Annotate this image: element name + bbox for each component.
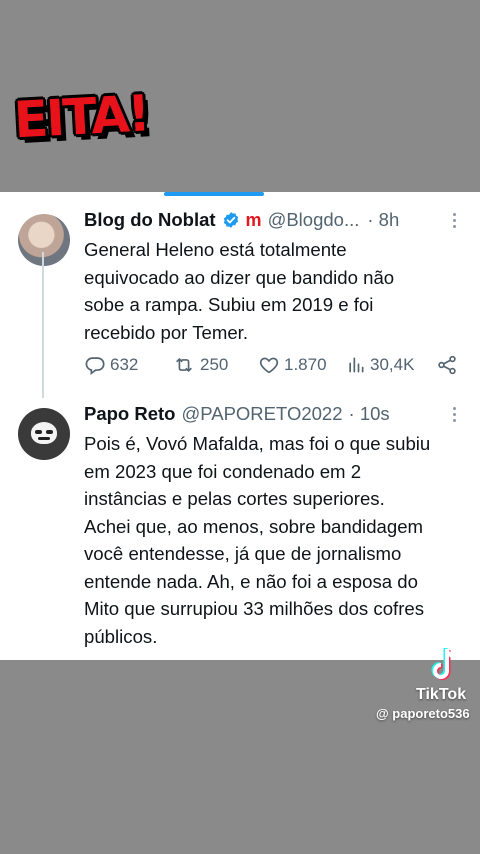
author-handle[interactable]: @Blogdo... [268, 209, 360, 231]
masked-face-avatar-icon[interactable] [18, 408, 70, 460]
tweet-line: equivocado ao dizer que bandido não [84, 266, 395, 288]
views-button[interactable]: 30,4K [346, 355, 436, 375]
tiktok-watermark: TikTok @ paporeto536 [370, 646, 480, 726]
retweet-count: 250 [200, 355, 229, 374]
reply-count: 632 [110, 355, 139, 374]
tweet-text: General Heleno está totalmente equivocad… [84, 236, 464, 346]
tweet-actions-bar: 632 250 1.870 30,4K [84, 350, 464, 380]
author-name[interactable]: Blog do Noblat [84, 209, 216, 231]
thread-connector-line [42, 252, 44, 398]
more-options-icon[interactable] [444, 404, 464, 424]
tweet-time[interactable]: · 8h [367, 209, 399, 231]
more-options-icon[interactable] [444, 210, 464, 230]
author-handle[interactable]: @PAPORETO2022 [181, 403, 342, 425]
profile-photo-icon[interactable] [18, 214, 70, 266]
share-icon [438, 355, 456, 375]
tweet-line: instâncias e pelas cortes superiores. [84, 488, 385, 509]
tweet-time[interactable]: · 10s [349, 403, 390, 425]
tweet-header: Papo Reto @PAPORETO2022 · 10s [84, 400, 464, 428]
tweet-line: você entendesse, já que de jornalismo [84, 543, 402, 564]
tweet-line: Mito que surrupiou 33 milhões dos cofres [84, 598, 425, 619]
views-chart-icon [349, 357, 364, 373]
share-button[interactable] [436, 354, 458, 376]
tiktok-logo-icon [431, 648, 455, 680]
tweet-line: sobe a rampa. Subiu em 2019 e foi [84, 294, 374, 315]
tiktok-brand: TikTok [416, 686, 467, 703]
affiliate-badge-icon: m [245, 209, 262, 230]
tiktok-username: @ paporeto536 [376, 706, 470, 721]
verified-badge-icon [222, 211, 240, 229]
tweet-screenshot-card: Blog do Noblat m @Blogdo... · 8h General… [0, 192, 480, 660]
banner-text: EITA! [12, 84, 150, 150]
author-name[interactable]: Papo Reto [84, 403, 175, 425]
tweet-header: Blog do Noblat m @Blogdo... · 8h [84, 206, 464, 234]
like-count: 1.870 [284, 355, 327, 374]
tweet-line: Pois é, Vovó Mafalda, mas foi o que subi… [84, 433, 431, 454]
heart-icon [259, 357, 279, 374]
tweet-line: entende nada. Ah, e não foi a esposa do [84, 570, 418, 592]
tweet-line: recebido por Temer. [84, 321, 248, 343]
tweet-line: Achei que, ao menos, sobre bandidagem [84, 515, 424, 537]
retweet-button[interactable]: 250 [172, 354, 258, 376]
active-tab-indicator [164, 192, 264, 196]
retweet-icon [176, 358, 192, 372]
reply-button[interactable]: 632 [84, 354, 172, 376]
view-count: 30,4K [370, 355, 415, 374]
tweet-text: Pois é, Vovó Mafalda, mas foi o que subi… [84, 430, 464, 650]
like-button[interactable]: 1.870 [258, 354, 346, 376]
eita-banner: EITA! [12, 84, 150, 170]
reply-icon [85, 357, 105, 375]
tweet-line: em 2023 que foi condenado em 2 [84, 460, 362, 482]
tweet-line: General Heleno está totalmente [84, 239, 347, 260]
